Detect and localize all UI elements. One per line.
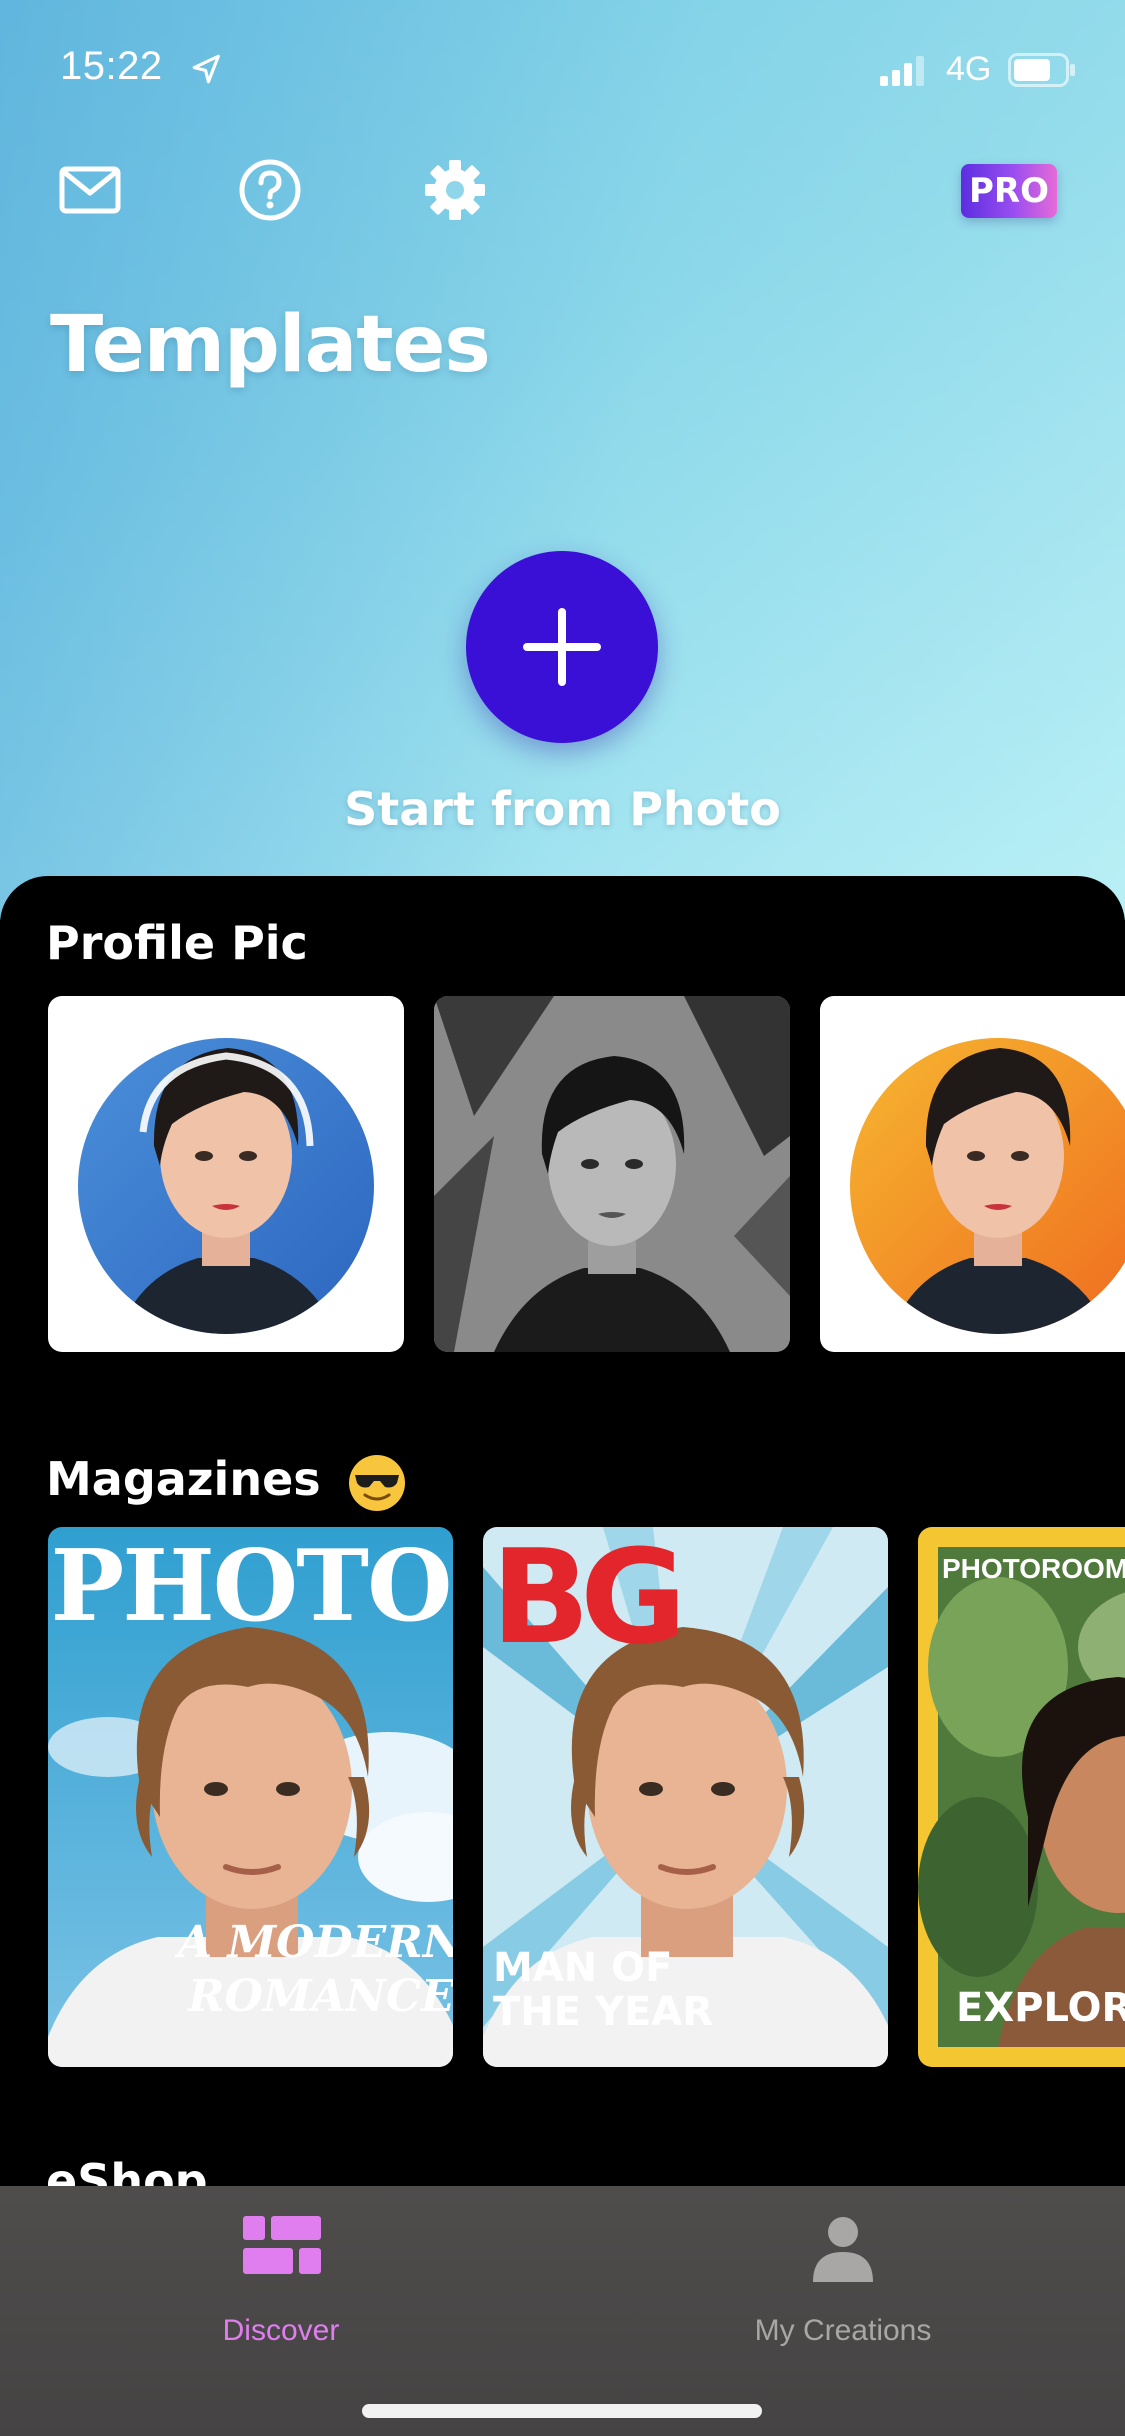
location-arrow-icon: [192, 54, 220, 84]
magazine-headline-2: THE YEAR: [493, 1989, 714, 2035]
help-button[interactable]: [230, 150, 310, 230]
tab-bar: Discover My Creations: [0, 2186, 1125, 2436]
mail-icon: [59, 166, 121, 214]
home-indicator[interactable]: [362, 2404, 762, 2418]
section-title-profile: Profile Pic: [46, 916, 308, 970]
grid-icon: [243, 2216, 321, 2274]
magazine-headline-1: MAN OF: [493, 1945, 673, 1991]
magazine-template-card[interactable]: PHOTO A MODERN ROMANCE: [48, 1527, 453, 2067]
tab-my-creations-label: My Creations: [754, 2314, 932, 2347]
mail-button[interactable]: [50, 150, 130, 230]
start-from-photo-button[interactable]: [466, 551, 658, 743]
portrait-image: [434, 996, 790, 1352]
tab-discover-label: Discover: [222, 2314, 340, 2347]
start-from-photo-label[interactable]: Start from Photo: [0, 782, 1125, 836]
section-title-magazines: Magazines: [46, 1452, 407, 1513]
profile-template-card[interactable]: [434, 996, 790, 1352]
section-title-magazines-label: Magazines: [46, 1452, 321, 1506]
sunglasses-emoji-icon: [348, 1454, 405, 1511]
status-bar: 15:22 4G: [0, 0, 1125, 140]
help-icon: [239, 159, 301, 221]
battery-icon: [1008, 53, 1075, 87]
magazines-row[interactable]: PHOTO A MODERN ROMANCE BG MAN OF THE YEA…: [0, 1527, 1125, 2067]
profile-template-card[interactable]: [820, 996, 1125, 1352]
plus-icon: [523, 608, 601, 686]
profile-pic-row[interactable]: [0, 996, 1125, 1356]
magazine-headline-2: ROMANCE: [188, 1971, 453, 2022]
tab-discover[interactable]: Discover: [131, 2216, 431, 2347]
profile-template-card[interactable]: [48, 996, 404, 1352]
gear-icon: [425, 160, 485, 220]
person-icon: [813, 2217, 873, 2282]
settings-button[interactable]: [415, 150, 495, 230]
magazine-headline-1: A MODERN: [178, 1917, 453, 1968]
magazine-template-card[interactable]: BG MAN OF THE YEAR: [483, 1527, 888, 2067]
status-time: 15:22: [60, 44, 163, 88]
magazine-headline-1: EXPLORE: [956, 1985, 1125, 2031]
magazine-template-card[interactable]: PHOTOROOM EXPLORE: [918, 1527, 1125, 2067]
pro-badge[interactable]: PRO: [961, 164, 1057, 218]
portrait-image: [78, 1038, 374, 1334]
magazine-masthead: BG: [491, 1527, 687, 1673]
tab-my-creations[interactable]: My Creations: [693, 2216, 993, 2347]
network-label: 4G: [946, 50, 992, 88]
portrait-image: [850, 1038, 1125, 1334]
magazine-masthead: PHOTO: [50, 1529, 453, 1644]
header-toolbar: [0, 150, 1125, 240]
magazine-masthead: PHOTOROOM: [942, 1553, 1125, 1584]
signal-icon: [880, 56, 924, 86]
page-title: Templates: [50, 300, 491, 390]
